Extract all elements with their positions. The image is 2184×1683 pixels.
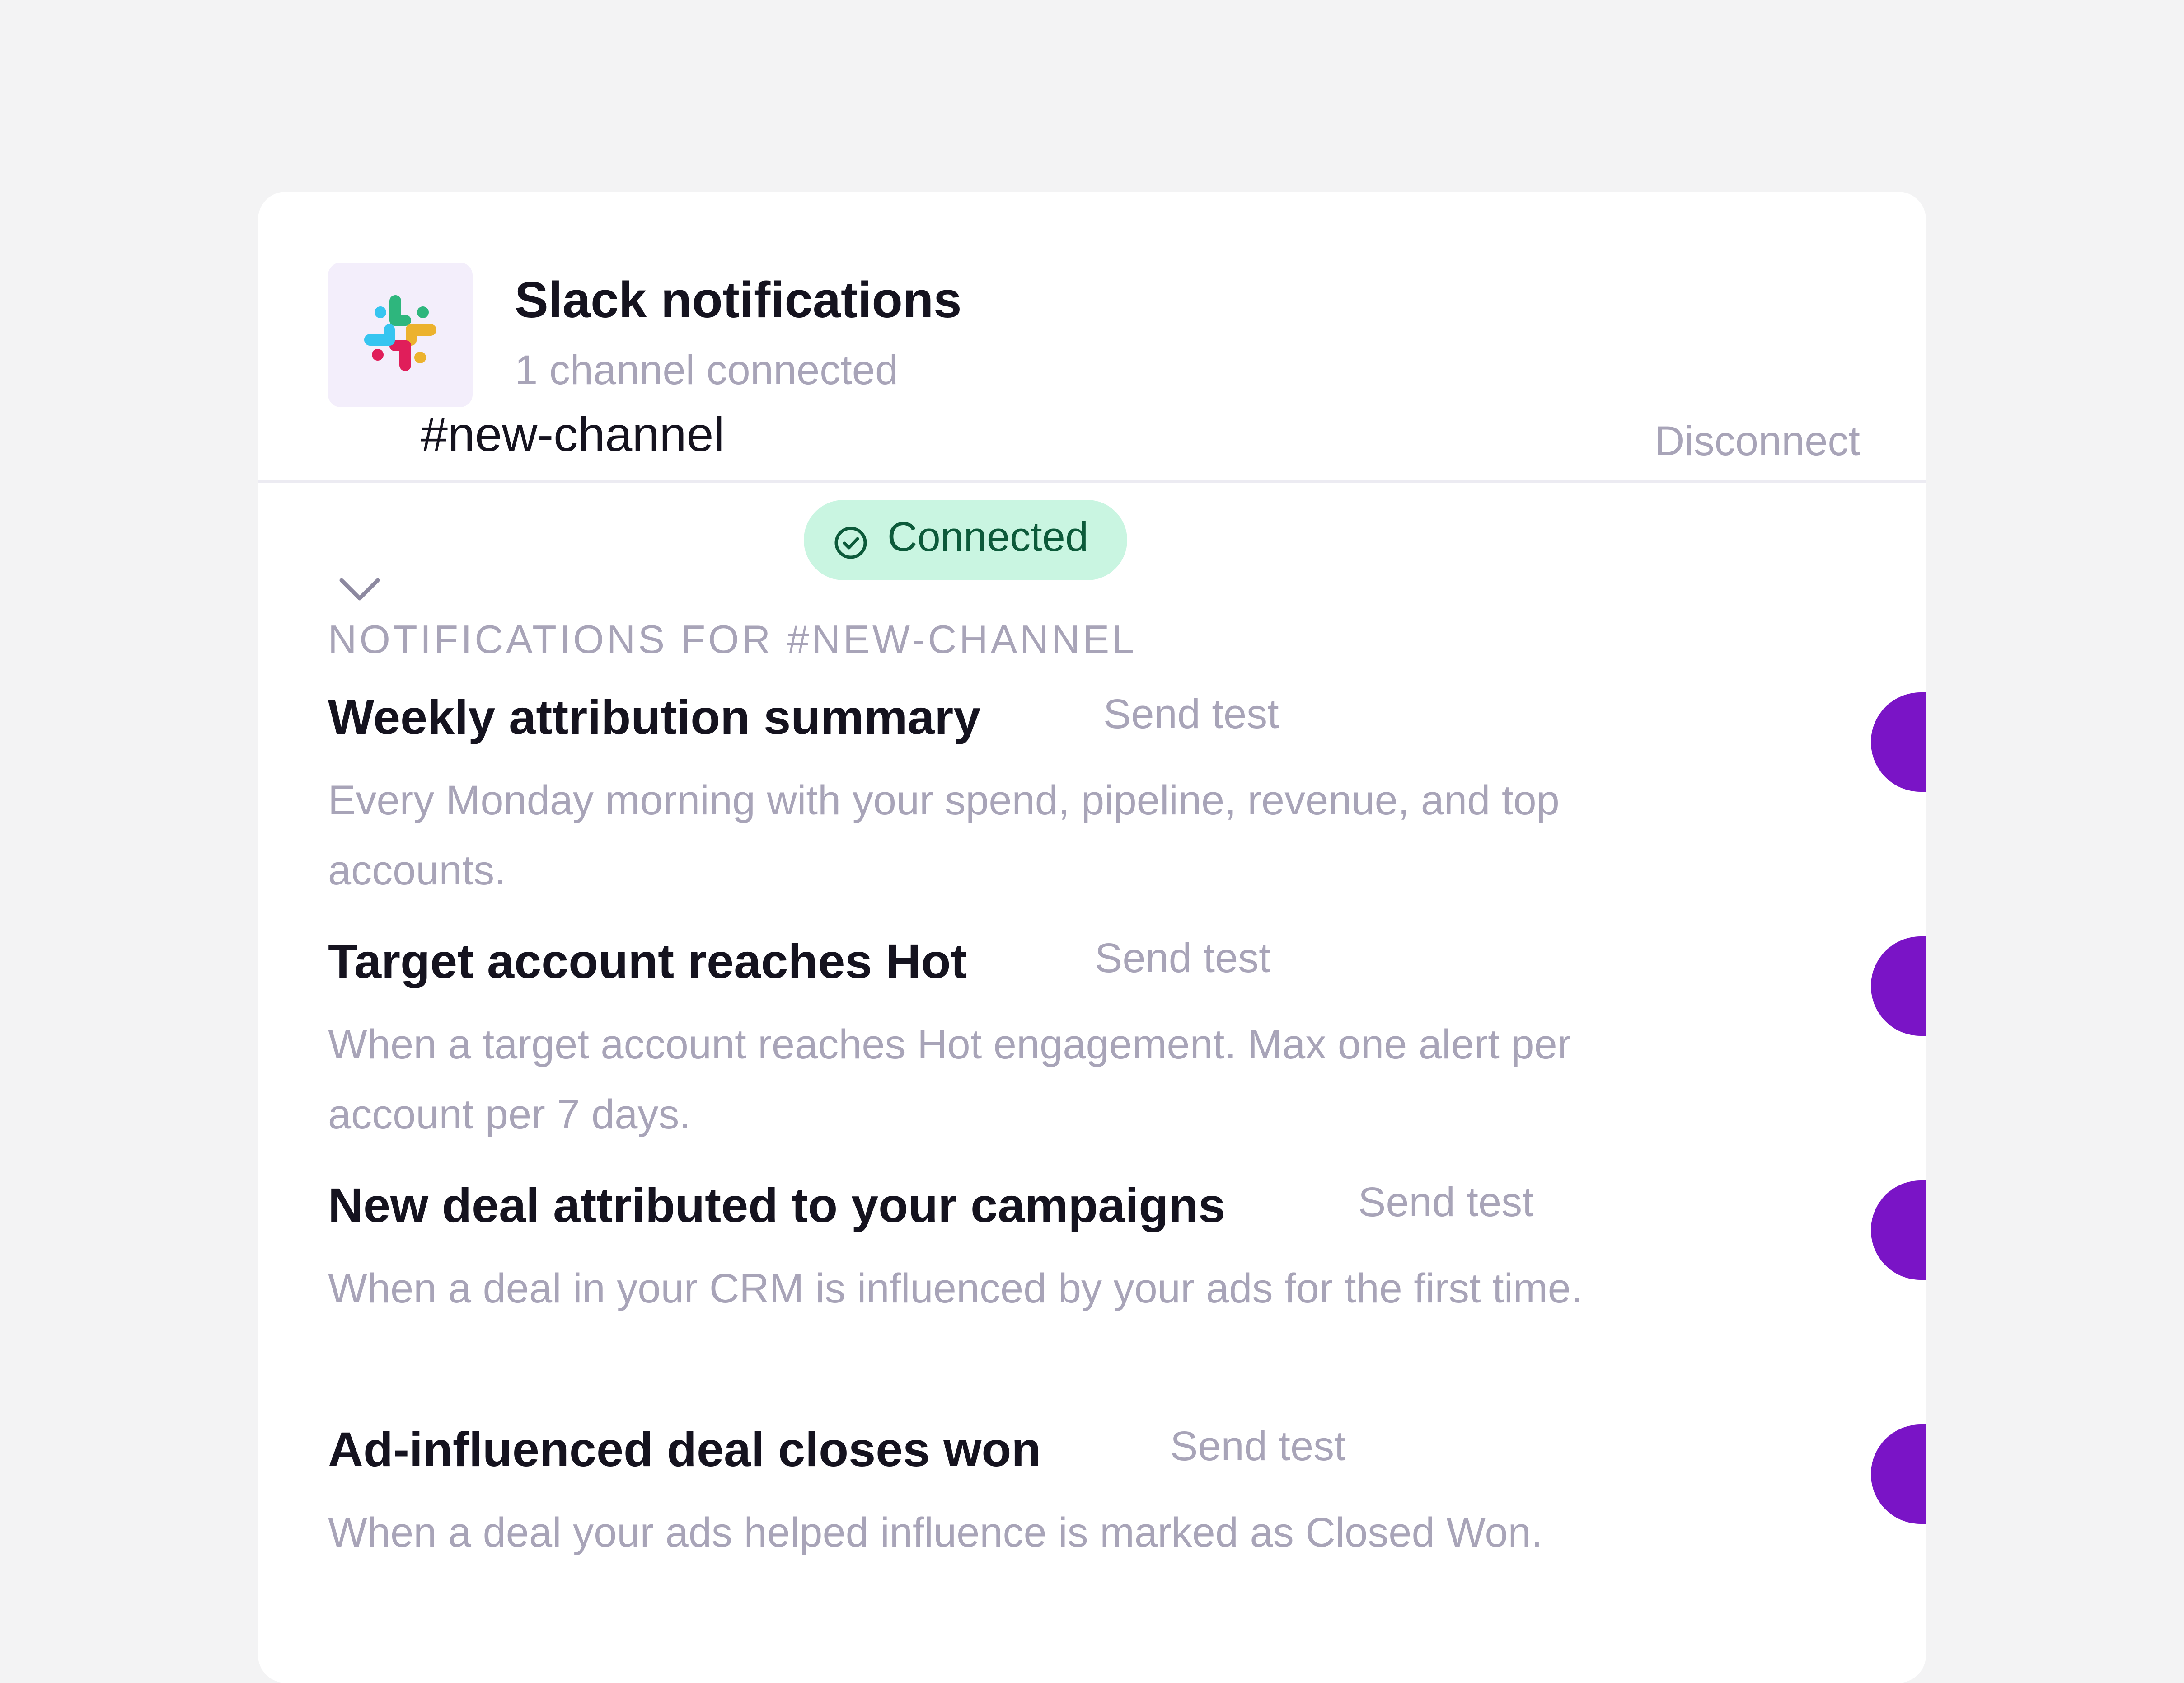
page-title: Slack notifications [515,272,962,328]
chevron-down-icon[interactable] [337,574,382,605]
notification-title: New deal attributed to your campaigns [328,1178,1226,1232]
notification-item-weekly-summary: Weekly attribution summary Send test Eve… [328,689,1857,924]
toggle-weekly-summary[interactable] [1871,692,1926,792]
notification-description: When a target account reaches Hot engage… [328,1021,1571,1138]
notification-description: When a deal your ads helped influence is… [328,1509,1543,1556]
send-test-button[interactable]: Send test [1170,1423,1346,1470]
notification-title: Weekly attribution summary [328,690,981,744]
channel-count-subtitle: 1 channel connected [515,347,899,393]
notification-title: Ad-influenced deal closes won [328,1422,1041,1476]
notification-description: When a deal in your CRM is influenced by… [328,1265,1583,1312]
slack-notifications-card: Slack notifications 1 channel connected … [258,192,1926,1683]
header-divider [258,480,1926,483]
send-test-button[interactable]: Send test [1103,691,1279,738]
notification-item-deal-closes-won: Ad-influenced deal closes won Send test … [328,1421,1857,1656]
status-badge: Connected [804,500,1127,580]
toggle-new-deal-attributed[interactable] [1871,1180,1926,1280]
notification-item-new-deal-attributed: New deal attributed to your campaigns Se… [328,1177,1857,1412]
send-test-button[interactable]: Send test [1358,1179,1534,1226]
send-test-button[interactable]: Send test [1095,935,1270,982]
slack-logo-icon [328,263,473,407]
toggle-deal-closes-won[interactable] [1871,1424,1926,1524]
disconnect-button[interactable]: Disconnect [1654,418,1860,465]
check-circle-icon [834,527,867,559]
notification-description: Every Monday morning with your spend, pi… [328,777,1560,893]
status-badge-label: Connected [887,514,1088,560]
notification-item-target-account-hot: Target account reaches Hot Send test Whe… [328,933,1857,1168]
notification-title: Target account reaches Hot [328,934,967,988]
channel-name: #new-channel [421,407,725,461]
toggle-target-account-hot[interactable] [1871,936,1926,1036]
section-label: NOTIFICATIONS FOR #NEW-CHANNEL [328,617,1137,662]
